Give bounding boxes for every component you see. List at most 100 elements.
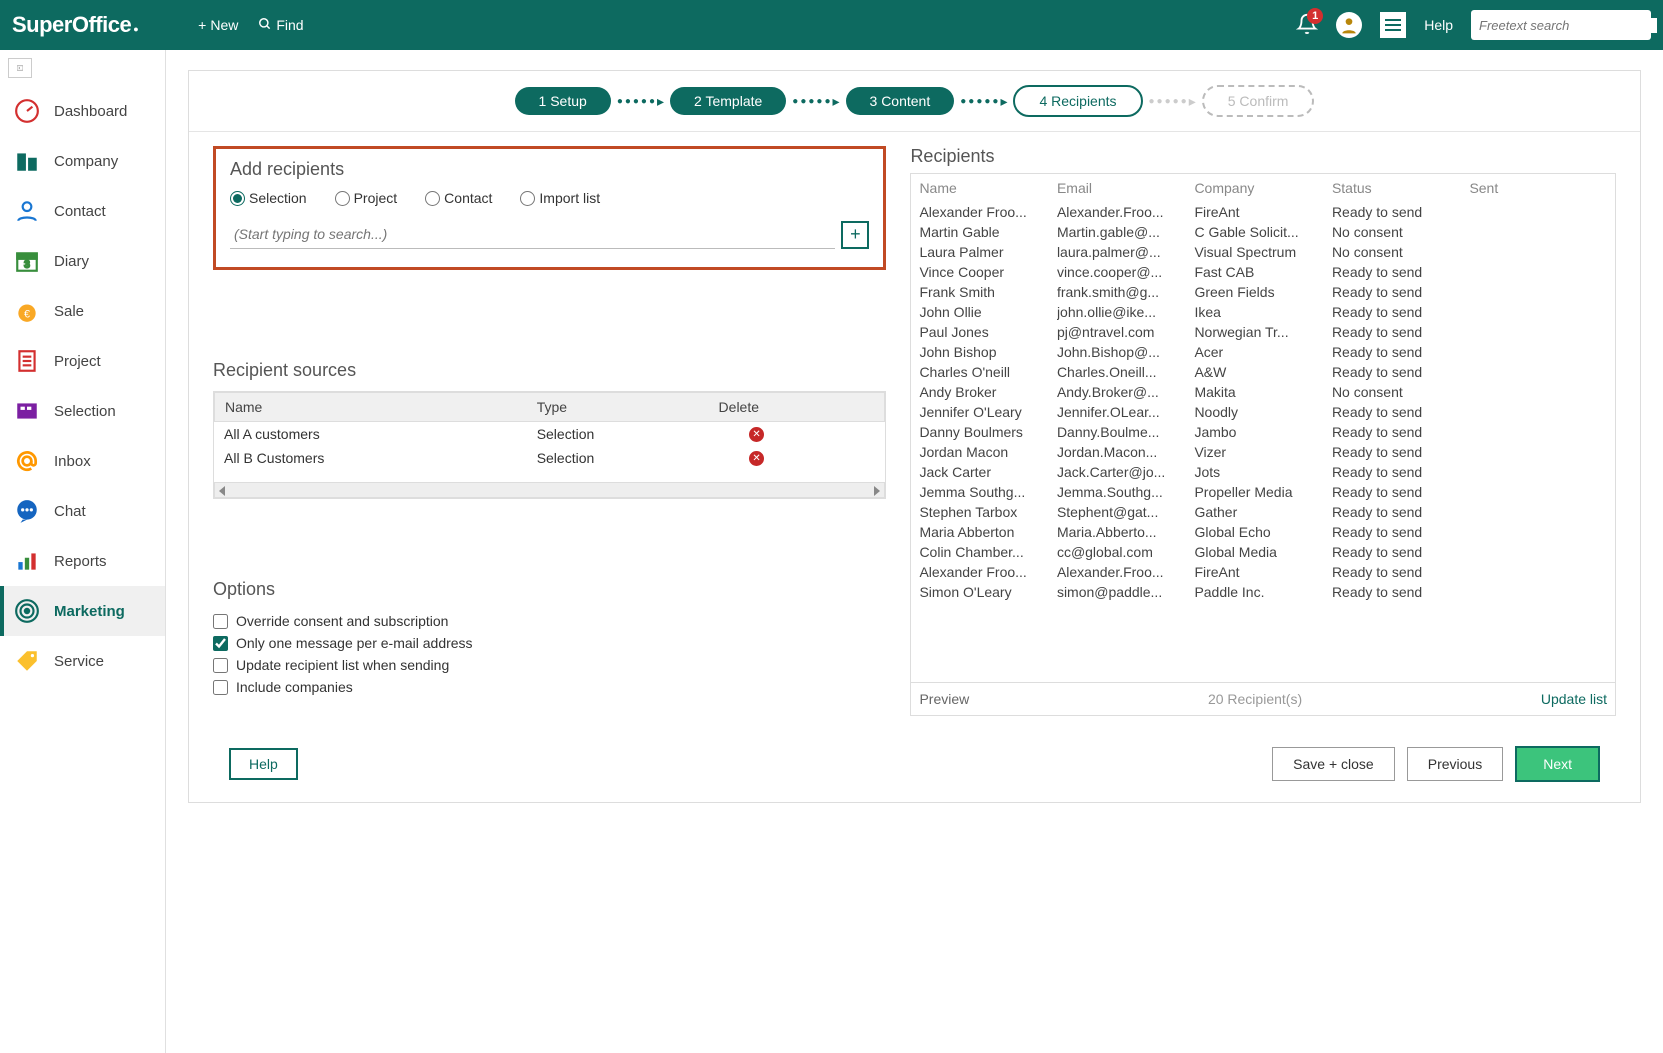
recipient-sent [1469, 544, 1607, 560]
recipient-status: No consent [1332, 384, 1470, 400]
sidebar-item-inbox[interactable]: Inbox [0, 436, 165, 486]
sidebar-item-diary[interactable]: 3 Diary [0, 236, 165, 286]
recipient-row[interactable]: Alexander Froo... Alexander.Froo... Fire… [911, 202, 1615, 222]
recipient-row[interactable]: Simon O'Leary simon@paddle... Paddle Inc… [911, 582, 1615, 602]
sidebar-item-chat[interactable]: Chat [0, 486, 165, 536]
notifications-button[interactable]: 1 [1296, 13, 1318, 38]
recipient-row[interactable]: Jack Carter Jack.Carter@jo... Jots Ready… [911, 462, 1615, 482]
source-row: All B Customers Selection ✕ [214, 446, 885, 470]
radio-project[interactable]: Project [335, 190, 398, 206]
option-checkbox[interactable]: Update recipient list when sending [213, 654, 886, 676]
recipient-row[interactable]: Paul Jones pj@ntravel.com Norwegian Tr..… [911, 322, 1615, 342]
wizard-step-recipients[interactable]: 4 Recipients [1013, 85, 1142, 117]
recipient-row[interactable]: John Bishop John.Bishop@... Acer Ready t… [911, 342, 1615, 362]
sidebar-item-company[interactable]: Company [0, 136, 165, 186]
delete-button[interactable]: ✕ [749, 427, 764, 442]
preview-button[interactable]: Preview [919, 691, 969, 707]
sidebar-item-project[interactable]: Project [0, 336, 165, 386]
recipient-company: FireAnt [1194, 204, 1332, 220]
recipient-row[interactable]: Vince Cooper vince.cooper@... Fast CAB R… [911, 262, 1615, 282]
sidebar-item-marketing[interactable]: Marketing [0, 586, 165, 636]
horizontal-scrollbar[interactable] [214, 482, 885, 498]
recipient-email: simon@paddle... [1057, 584, 1195, 600]
recipients-title: Recipients [910, 146, 1616, 167]
recipient-status: Ready to send [1332, 424, 1470, 440]
freetext-search-field[interactable] [1479, 18, 1657, 33]
collapse-sidebar-button[interactable] [8, 58, 32, 78]
recipient-row[interactable]: Charles O'neill Charles.Oneill... A&W Re… [911, 362, 1615, 382]
recipient-status: No consent [1332, 224, 1470, 240]
wizard-step-template[interactable]: 2 Template [670, 87, 786, 115]
recipient-sent [1469, 304, 1607, 320]
recipient-row[interactable]: Jordan Macon Jordan.Macon... Vizer Ready… [911, 442, 1615, 462]
sidebar-item-label: Sale [54, 303, 84, 320]
option-checkbox[interactable]: Override consent and subscription [213, 610, 886, 632]
update-list-button[interactable]: Update list [1541, 691, 1607, 707]
at-icon [14, 448, 40, 474]
recipient-row[interactable]: Martin Gable Martin.gable@... C Gable So… [911, 222, 1615, 242]
next-button[interactable]: Next [1515, 746, 1600, 782]
recipient-email: frank.smith@g... [1057, 284, 1195, 300]
recipient-row[interactable]: Laura Palmer laura.palmer@... Visual Spe… [911, 242, 1615, 262]
wizard-step-setup[interactable]: 1 Setup [515, 87, 611, 115]
option-checkbox[interactable]: Include companies [213, 676, 886, 698]
recipient-email: Andy.Broker@... [1057, 384, 1195, 400]
sidebar-item-dashboard[interactable]: Dashboard [0, 86, 165, 136]
source-name: All A customers [224, 426, 537, 442]
header: SuperOffice● +New Find 1 Help [0, 0, 1663, 50]
recipient-row[interactable]: Stephen Tarbox Stephent@gat... Gather Re… [911, 502, 1615, 522]
save-close-button[interactable]: Save + close [1272, 747, 1395, 781]
recipient-name: Simon O'Leary [919, 584, 1057, 600]
find-button[interactable]: Find [258, 17, 303, 34]
recipient-name: Alexander Froo... [919, 564, 1057, 580]
app-menu-button[interactable] [1380, 12, 1406, 38]
help-link[interactable]: Help [1424, 17, 1453, 33]
sidebar-item-sale[interactable]: € Sale [0, 286, 165, 336]
recipient-sent [1469, 424, 1607, 440]
recipient-name: Laura Palmer [919, 244, 1057, 260]
sidebar-item-label: Dashboard [54, 103, 127, 120]
recipient-row[interactable]: Maria Abberton Maria.Abberto... Global E… [911, 522, 1615, 542]
sidebar-item-service[interactable]: Service [0, 636, 165, 686]
avatar[interactable] [1336, 12, 1362, 38]
recipient-row[interactable]: Andy Broker Andy.Broker@... Makita No co… [911, 382, 1615, 402]
recipient-name: Stephen Tarbox [919, 504, 1057, 520]
recipient-count: 20 Recipient(s) [969, 691, 1541, 707]
recipient-search-input[interactable] [230, 220, 835, 249]
recipient-company: Global Echo [1194, 524, 1332, 540]
recipient-row[interactable]: Colin Chamber... cc@global.com Global Me… [911, 542, 1615, 562]
sidebar-item-selection[interactable]: Selection [0, 386, 165, 436]
recipient-row[interactable]: Jemma Southg... Jemma.Southg... Propelle… [911, 482, 1615, 502]
search-input[interactable] [1471, 10, 1651, 40]
wizard-step-content[interactable]: 3 Content [846, 87, 955, 115]
recipient-row[interactable]: Frank Smith frank.smith@g... Green Field… [911, 282, 1615, 302]
col-company: Company [1194, 180, 1332, 196]
recipient-status: Ready to send [1332, 324, 1470, 340]
recipient-row[interactable]: Alexander Froo... Alexander.Froo... Fire… [911, 562, 1615, 582]
new-button[interactable]: +New [198, 17, 238, 34]
recipient-status: Ready to send [1332, 524, 1470, 540]
recipient-email: pj@ntravel.com [1057, 324, 1195, 340]
company-icon [14, 148, 40, 174]
previous-button[interactable]: Previous [1407, 747, 1503, 781]
recipient-company: Jambo [1194, 424, 1332, 440]
sidebar-item-contact[interactable]: Contact [0, 186, 165, 236]
recipient-row[interactable]: Danny Boulmers Danny.Boulme... Jambo Rea… [911, 422, 1615, 442]
option-checkbox[interactable]: Only one message per e-mail address [213, 632, 886, 654]
radio-selection[interactable]: Selection [230, 190, 307, 206]
sidebar-item-label: Selection [54, 403, 116, 420]
radio-import-list[interactable]: Import list [520, 190, 600, 206]
sidebar-item-reports[interactable]: Reports [0, 536, 165, 586]
recipient-sent [1469, 504, 1607, 520]
recipient-company: Green Fields [1194, 284, 1332, 300]
delete-button[interactable]: ✕ [749, 451, 764, 466]
recipient-row[interactable]: Jennifer O'Leary Jennifer.OLear... Noodl… [911, 402, 1615, 422]
help-button[interactable]: Help [229, 748, 298, 780]
col-status: Status [1332, 180, 1470, 196]
recipient-email: Jordan.Macon... [1057, 444, 1195, 460]
recipient-company: Jots [1194, 464, 1332, 480]
add-recipient-button[interactable]: + [841, 221, 869, 249]
recipient-row[interactable]: John Ollie john.ollie@ike... Ikea Ready … [911, 302, 1615, 322]
radio-contact[interactable]: Contact [425, 190, 492, 206]
recipient-sent [1469, 284, 1607, 300]
